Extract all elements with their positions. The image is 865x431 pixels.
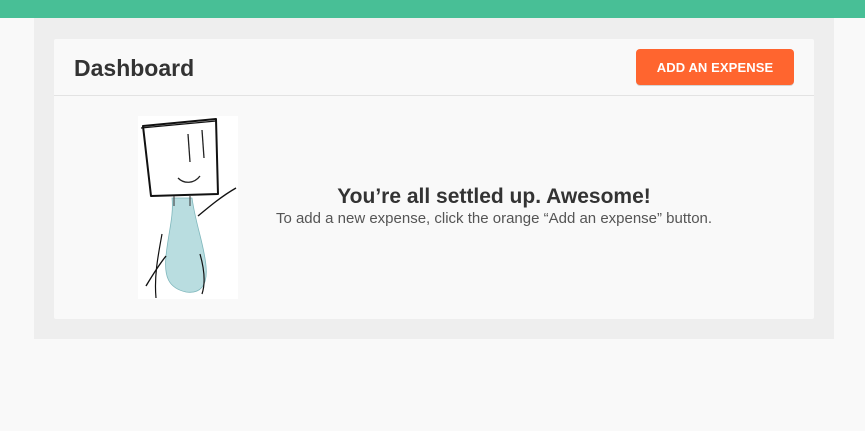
settled-up-title: You’re all settled up. Awesome! (337, 185, 651, 208)
top-nav-bar (0, 0, 865, 18)
add-expense-button[interactable]: ADD AN EXPENSE (636, 49, 794, 85)
settled-up-description: To add a new expense, click the orange “… (275, 210, 713, 227)
dashboard-header: Dashboard ADD AN EXPENSE (54, 39, 814, 96)
settled-up-illustration-icon (138, 116, 238, 299)
page-title: Dashboard (74, 55, 195, 81)
dashboard-card: Dashboard ADD AN EXPENSE You’re all sett… (54, 39, 814, 319)
main-panel: Dashboard ADD AN EXPENSE You’re all sett… (34, 18, 834, 339)
empty-state-message: You’re all settled up. Awesome! To add a… (254, 184, 734, 228)
